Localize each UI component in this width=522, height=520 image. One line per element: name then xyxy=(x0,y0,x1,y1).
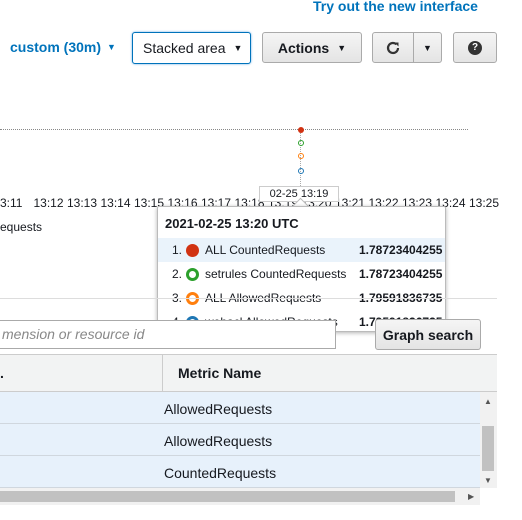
tooltip-row: 1. ALL CountedRequests 1.78723404255 xyxy=(158,238,445,262)
scroll-down-icon[interactable]: ▼ xyxy=(484,476,492,485)
column-divider xyxy=(162,354,163,392)
caret-down-icon: ▼ xyxy=(423,42,432,53)
series-4-point xyxy=(298,168,304,174)
caret-down-icon: ▼ xyxy=(337,42,347,53)
caret-down-icon: ▼ xyxy=(107,42,116,52)
x-tick-label: 13:12 xyxy=(33,196,64,210)
chart-type-value: Stacked area xyxy=(143,40,226,56)
metric-name-cell: AllowedRequests xyxy=(164,433,273,449)
series-value: 1.78723404255 xyxy=(359,267,443,281)
vertical-scroll-thumb[interactable] xyxy=(482,426,494,471)
chart-type-select[interactable]: Stacked area ▼ xyxy=(132,32,251,64)
horizontal-scroll-thumb[interactable] xyxy=(0,491,455,502)
refresh-button[interactable] xyxy=(372,32,414,63)
tooltip-title: 2021-02-25 13:20 UTC xyxy=(165,216,299,231)
scroll-right-icon[interactable]: ▶ xyxy=(468,492,474,501)
actions-button[interactable]: Actions ▼ xyxy=(262,32,362,63)
series-color-icon xyxy=(186,267,199,281)
column-header-1[interactable]: . xyxy=(0,365,4,381)
metric-name-cell: AllowedRequests xyxy=(164,401,273,417)
help-icon: ? xyxy=(468,40,482,55)
time-range-label: custom (30m) xyxy=(10,39,102,55)
actions-label: Actions xyxy=(277,39,330,56)
row-number: 1. xyxy=(171,243,182,257)
series-name: ALL CountedRequests xyxy=(205,243,326,257)
row-number: 2. xyxy=(171,267,182,281)
help-button[interactable]: ? xyxy=(453,32,497,63)
series-1-point xyxy=(298,127,304,133)
tooltip-row: 2. setrules CountedRequests 1.78723404255 xyxy=(158,262,445,286)
series-value: 1.78723404255 xyxy=(359,243,443,257)
scroll-up-icon[interactable]: ▲ xyxy=(484,397,492,406)
metric-name-cell: CountedRequests xyxy=(164,465,277,481)
chart-plot-top-gridline xyxy=(0,129,468,130)
x-tick-label: 3:11 xyxy=(0,196,23,210)
refresh-options-button[interactable]: ▼ xyxy=(413,32,442,63)
series-color-icon xyxy=(186,243,199,257)
time-range-dropdown[interactable]: custom (30m) ▼ xyxy=(10,39,116,55)
x-tick-label: 13:25 xyxy=(469,196,500,210)
series-2-point xyxy=(298,140,304,146)
try-new-interface-link[interactable]: Try out the new interface xyxy=(313,0,478,14)
x-tick-label: 13:14 xyxy=(100,196,131,210)
series-name: setrules CountedRequests xyxy=(205,267,347,281)
series-3-point xyxy=(298,153,304,159)
graph-search-button[interactable]: Graph search xyxy=(375,319,481,350)
column-header-metric-name[interactable]: Metric Name xyxy=(178,365,261,381)
metric-search-input[interactable]: mension or resource id xyxy=(0,320,336,349)
x-tick-label: 13:13 xyxy=(67,196,98,210)
refresh-icon xyxy=(386,41,400,54)
legend-item[interactable]: equests xyxy=(0,220,42,234)
caret-down-icon: ▼ xyxy=(233,43,243,53)
